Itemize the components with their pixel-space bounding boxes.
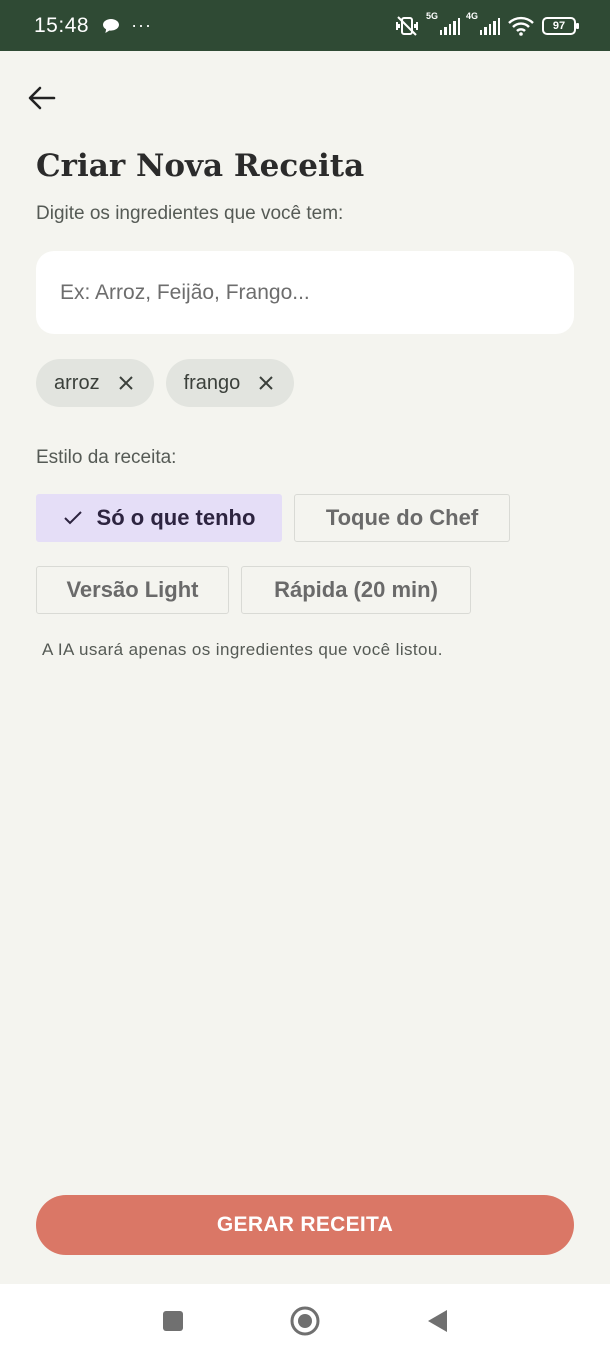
- home-circle-icon: [290, 1306, 320, 1336]
- ingredient-chip: arroz: [36, 359, 154, 407]
- signal-4g-icon: 4G: [466, 11, 501, 35]
- close-icon[interactable]: [258, 375, 274, 391]
- style-hint: A IA usará apenas os ingredientes que vo…: [42, 640, 443, 659]
- style-option-light[interactable]: Versão Light: [36, 566, 229, 614]
- vibrate-off-icon: [396, 15, 418, 36]
- more-notifications-icon: ···: [131, 15, 153, 35]
- ingredient-chip-label: arroz: [54, 371, 100, 394]
- chat-bubble-icon: [103, 18, 120, 33]
- status-bar: 15:48 ··· 5G 4G 97: [0, 0, 610, 51]
- page-title: Criar Nova Receita: [36, 148, 365, 184]
- style-option-label: Só o que tenho: [96, 505, 256, 530]
- check-icon: [63, 511, 82, 525]
- ingredient-chips: arroz frango: [36, 359, 295, 407]
- back-nav-button[interactable]: [422, 1306, 452, 1336]
- style-label: Estilo da receita:: [36, 447, 177, 468]
- status-time: 15:48: [34, 13, 90, 37]
- wifi-icon: [508, 16, 534, 36]
- style-option-chef-touch[interactable]: Toque do Chef: [294, 494, 510, 542]
- ingredient-input[interactable]: [36, 251, 574, 334]
- system-nav-bar: [0, 1284, 610, 1356]
- close-icon[interactable]: [118, 375, 134, 391]
- recents-button[interactable]: [158, 1306, 188, 1336]
- ingredients-prompt: Digite os ingredientes que você tem:: [36, 203, 344, 224]
- style-option-only-what-i-have[interactable]: Só o que tenho: [36, 494, 282, 542]
- signal-5g-icon: 5G: [426, 11, 461, 35]
- arrow-left-icon: [28, 86, 56, 110]
- battery-level: 97: [552, 19, 566, 32]
- home-button[interactable]: [290, 1306, 320, 1336]
- ingredient-chip-label: frango: [183, 371, 241, 394]
- ingredient-chip: frango: [165, 359, 295, 407]
- generate-recipe-button[interactable]: GERAR RECEITA: [36, 1195, 574, 1255]
- style-option-label: Toque do Chef: [325, 505, 479, 530]
- square-icon: [163, 1311, 183, 1331]
- back-button[interactable]: [26, 82, 58, 114]
- status-icons: 5G 4G 97: [394, 11, 579, 37]
- battery-icon: 97: [542, 16, 579, 35]
- style-option-label: Rápida (20 min): [274, 577, 438, 602]
- style-option-quick[interactable]: Rápida (20 min): [241, 566, 471, 614]
- style-option-label: Versão Light: [66, 577, 199, 602]
- triangle-back-icon: [428, 1310, 447, 1332]
